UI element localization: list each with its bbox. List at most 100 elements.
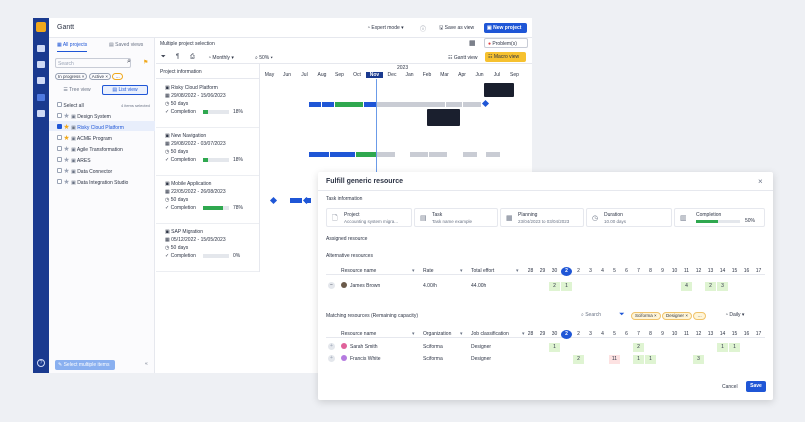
clock-icon: ◷ (165, 197, 170, 203)
search-icon[interactable]: ⌕ (127, 58, 131, 66)
select-all[interactable]: Select all (57, 102, 84, 109)
help-icon[interactable]: ? (37, 359, 45, 367)
day-header: 14 (719, 268, 726, 274)
day-header: 28 (527, 331, 534, 337)
col-rate[interactable]: Rate (423, 268, 434, 274)
table-row[interactable]: − James Brown 4.00/h 44.00h (326, 281, 526, 291)
capacity-cell: 3 (717, 282, 728, 291)
calendar-icon[interactable]: ▦ (469, 39, 476, 47)
gantt-view-button[interactable]: ☷ Gantt view (448, 55, 478, 61)
portfolio-icon[interactable] (37, 110, 45, 117)
day-header: 2 (577, 331, 580, 337)
filter-icon[interactable]: ⚑ (143, 59, 148, 66)
col-organization[interactable]: Organization (423, 331, 451, 337)
star-icon[interactable]: ★ (63, 135, 69, 142)
filter-active[interactable]: Active × (88, 73, 111, 80)
filter-icon[interactable]: ⏷ (161, 54, 166, 61)
format-icon[interactable]: ¶ (176, 54, 179, 60)
info-icon[interactable]: ⓘ (420, 24, 426, 33)
tag-sciforma[interactable]: Sciforma × (631, 312, 661, 320)
project-card[interactable]: ▣ Mobile Application ▦ 22/05/2022 - 26/08… (156, 176, 259, 224)
completion-value: 18% (233, 109, 244, 115)
gantt-icon[interactable] (37, 94, 45, 101)
day-header: 2 (577, 268, 580, 274)
checkbox[interactable] (57, 135, 62, 140)
table-row[interactable]: + Francis White Sciforma Designer (326, 354, 526, 364)
project-card[interactable]: ▣ New Navigation ▦ 29/08/2022 - 03/07/202… (156, 128, 259, 176)
check-icon: ✓ (165, 157, 170, 163)
search-input[interactable]: Search (55, 58, 131, 68)
col-total-effort[interactable]: Total effort (471, 268, 494, 274)
sidebar-project-item[interactable]: ★ ▣ Data Integration Studio (49, 176, 155, 186)
checkbox[interactable] (57, 113, 62, 118)
checkbox[interactable] (57, 146, 62, 151)
print-icon[interactable]: ⎙ (190, 54, 195, 61)
tab-saved-views[interactable]: ▤ Saved views (109, 42, 143, 48)
sidebar-project-item[interactable]: ★ ▣ Data Connector (49, 165, 155, 175)
collapse-sidebar-icon[interactable]: « (145, 361, 148, 367)
star-icon[interactable]: ★ (63, 146, 69, 153)
day-header: 9 (661, 268, 664, 274)
project-name: SAP Migration (171, 229, 203, 235)
sidebar-project-item[interactable]: ★ ▣ Design System (49, 110, 155, 120)
sidebar-project-item[interactable]: ★ ▣ ARES (49, 154, 155, 164)
home-icon[interactable] (37, 45, 45, 52)
checkbox[interactable] (57, 179, 62, 184)
day-header: 5 (613, 331, 616, 337)
list-view-toggle[interactable]: ▤ List view (102, 85, 148, 95)
matching-search[interactable]: ⌕ Search (581, 312, 601, 318)
daily-dropdown[interactable]: ◔ Daily ▾ (725, 312, 744, 318)
expert-mode-dropdown[interactable]: ◔ Expert mode ▾ (367, 25, 404, 31)
macro-view-button[interactable]: ☷ Macro view (485, 52, 526, 62)
add-icon[interactable]: + (328, 343, 335, 350)
expand-icon[interactable]: − (328, 282, 335, 289)
star-icon[interactable]: ★ (63, 113, 69, 120)
stack-icon[interactable] (37, 77, 45, 84)
save-button[interactable]: Save (746, 381, 766, 392)
star-icon[interactable]: ★ (63, 157, 69, 164)
save-as-view-button[interactable]: 🖫 Save as view (439, 25, 474, 33)
alternative-heading: Alternative resources (326, 253, 373, 259)
clock-icon: ◷ (165, 245, 170, 251)
check-icon: ✓ (165, 205, 170, 211)
col-job-classification[interactable]: Job classification (471, 331, 509, 337)
problems-button[interactable]: ● Problem(s) (484, 38, 528, 48)
day-header: 16 (743, 331, 750, 337)
add-icon[interactable]: + (328, 355, 335, 362)
cancel-button[interactable]: Cancel (722, 384, 738, 390)
col-resource-name[interactable]: Resource name (341, 268, 376, 274)
more-tags[interactable]: … (693, 312, 706, 320)
day-header: 3 (589, 268, 592, 274)
select-multiple-button[interactable]: ✎ Select multiple items (55, 360, 115, 370)
checkbox[interactable] (57, 124, 62, 129)
table-row[interactable]: + Sarah Smith Sciforma Designer (326, 342, 526, 352)
sidebar-project-item[interactable]: ★ ▣ Risky Cloud Platform (49, 121, 155, 131)
tag-designer[interactable]: Designer × (662, 312, 692, 320)
project-days: 50 days (170, 245, 189, 251)
day-header: 30 (551, 268, 558, 274)
layers-icon[interactable] (37, 61, 45, 68)
project-card[interactable]: ▣ Risky Cloud Platform ▦ 29/08/2022 - 15/… (156, 80, 259, 128)
star-icon[interactable]: ★ (63, 124, 69, 131)
zoom-dropdown[interactable]: ⌕ 50% ▾ (255, 55, 273, 61)
sidebar-project-item[interactable]: ★ ▣ Agile Transformation (49, 143, 155, 153)
star-icon[interactable]: ★ (63, 168, 69, 175)
project-name: Data Integration Studio (77, 180, 129, 186)
col-resource-name[interactable]: Resource name (341, 331, 376, 337)
day-header: 28 (527, 268, 534, 274)
project-info-header: Project information (160, 69, 202, 75)
filter-in-progress[interactable]: In progress × (55, 73, 88, 80)
checkbox[interactable] (57, 157, 62, 162)
sidebar-project-item[interactable]: ★ ▣ ACME Program (49, 132, 155, 142)
project-card[interactable]: ▣ SAP Migration ▦ 05/12/2022 - 15/05/2023… (156, 224, 259, 272)
scale-dropdown[interactable]: ◔ Monthly ▾ (208, 55, 234, 61)
new-project-button[interactable]: ▣ New project (484, 23, 527, 33)
filter-icon[interactable]: ⏷ (619, 311, 625, 319)
more-filters[interactable]: … (112, 73, 123, 80)
checkbox[interactable] (57, 168, 62, 173)
tree-view-toggle[interactable]: ☰ Tree view (55, 85, 99, 95)
tab-all-projects[interactable]: ▦ All projects (57, 42, 88, 52)
close-icon[interactable]: × (758, 177, 763, 186)
star-icon[interactable]: ★ (63, 179, 69, 186)
day-header: 7 (637, 331, 640, 337)
